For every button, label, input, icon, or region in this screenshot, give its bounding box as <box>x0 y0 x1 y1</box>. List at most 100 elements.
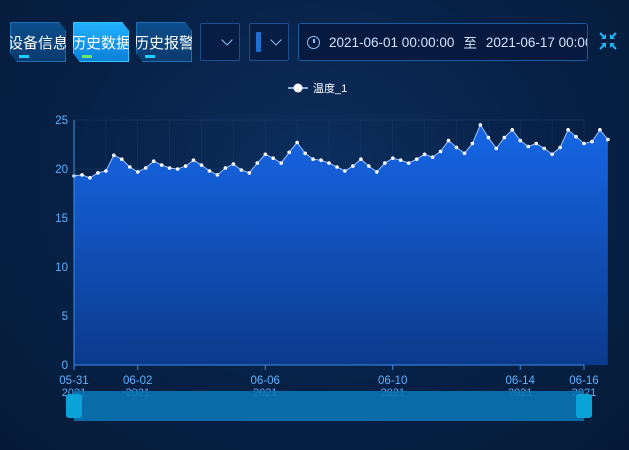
data-point <box>359 157 363 161</box>
y-tick-label: 0 <box>62 360 68 372</box>
legend-marker <box>293 83 303 93</box>
data-point <box>319 158 323 162</box>
tab-decoration <box>82 55 92 58</box>
data-point <box>470 141 475 146</box>
data-point <box>406 161 411 165</box>
sensor-select[interactable] <box>249 23 289 61</box>
data-point <box>606 137 610 142</box>
chevron-down-icon <box>221 34 233 46</box>
data-point <box>279 161 284 165</box>
data-point <box>327 161 331 165</box>
date-end[interactable]: 2021-06-17 00:00:00 <box>486 35 587 50</box>
data-point <box>239 168 244 172</box>
date-range-picker[interactable]: 2021-06-01 00:00:00 至 2021-06-17 00:00:0… <box>298 23 588 61</box>
data-point <box>454 145 459 150</box>
y-tick-label: 15 <box>55 213 68 225</box>
data-point <box>231 162 236 166</box>
tab-history-alarm[interactable]: 历史报警 <box>136 22 192 62</box>
data-point <box>343 169 347 173</box>
date-start[interactable]: 2021-06-01 00:00:00 <box>329 35 454 50</box>
data-point <box>120 157 124 161</box>
x-tick-label: 06-16 <box>569 375 598 387</box>
selected-color-swatch <box>256 32 261 52</box>
data-point <box>335 165 339 169</box>
chart-legend[interactable]: 温度_1 <box>288 81 347 95</box>
clock-icon <box>307 35 320 49</box>
data-point <box>136 170 140 174</box>
x-tick-label: 05-31 <box>59 375 88 387</box>
y-tick-label: 10 <box>55 262 68 274</box>
x-tick-label: 06-06 <box>251 375 280 387</box>
data-zoom-slider[interactable] <box>66 391 592 421</box>
data-point <box>104 169 108 173</box>
data-point <box>486 135 491 140</box>
data-point <box>367 164 371 168</box>
data-point <box>478 123 483 127</box>
data-point <box>167 166 172 170</box>
data-point <box>207 169 212 173</box>
data-point <box>303 151 307 156</box>
data-point <box>295 140 299 145</box>
data-point <box>311 157 315 161</box>
data-point <box>582 141 586 146</box>
x-tick-label: 06-10 <box>378 375 407 387</box>
x-tick-label: 06-02 <box>123 375 152 387</box>
data-point <box>96 171 100 175</box>
data-point <box>398 158 403 162</box>
data-point <box>128 165 132 169</box>
zoom-window <box>74 391 584 421</box>
tab-device-info[interactable]: 设备信息 <box>10 22 66 62</box>
data-point <box>159 163 164 167</box>
collapse-icon[interactable] <box>598 31 618 51</box>
data-point <box>80 173 84 177</box>
y-tick-label: 20 <box>55 164 68 176</box>
x-tick-label: 06-14 <box>506 375 536 387</box>
data-point <box>375 170 379 174</box>
data-point <box>263 152 268 157</box>
data-point <box>391 156 395 160</box>
data-point <box>88 176 92 180</box>
tab-label: 历史数据 <box>71 34 132 52</box>
data-point <box>247 171 252 175</box>
data-point <box>438 149 443 154</box>
zoom-handle-end[interactable] <box>576 394 592 418</box>
data-point <box>151 159 156 163</box>
data-point <box>446 138 451 143</box>
data-point <box>422 152 427 157</box>
date-separator: 至 <box>463 36 477 51</box>
data-point <box>598 128 602 132</box>
data-point <box>112 153 116 158</box>
data-point <box>430 155 435 159</box>
tab-label: 设备信息 <box>8 34 69 52</box>
y-tick-label: 5 <box>62 311 68 323</box>
data-point <box>215 173 220 177</box>
tab-history-data[interactable]: 历史数据 <box>73 22 129 62</box>
data-point <box>287 150 292 155</box>
y-tick-label: 25 <box>55 115 68 127</box>
zoom-handle-start[interactable] <box>66 394 82 418</box>
data-point <box>191 158 196 162</box>
tab-decoration <box>145 55 155 58</box>
data-point <box>223 166 228 170</box>
data-point <box>255 161 260 165</box>
top-toolbar: 设备信息 历史数据 历史报警 2021-06-01 00:00:00 至 202… <box>0 0 629 70</box>
legend-label: 温度_1 <box>313 81 347 95</box>
chevron-down-icon <box>270 34 282 46</box>
data-point <box>199 163 204 167</box>
data-point <box>414 157 419 161</box>
data-point <box>383 161 387 165</box>
data-point <box>183 164 188 168</box>
data-point <box>494 146 499 151</box>
data-point <box>534 141 538 146</box>
data-point <box>590 139 594 144</box>
data-point <box>574 134 578 139</box>
data-point <box>510 128 515 132</box>
data-point <box>351 164 355 168</box>
device-select[interactable] <box>200 23 240 61</box>
data-point <box>518 138 523 143</box>
temperature-chart[interactable]: 温度_1 051015202505-31202106-02202106-0620… <box>0 70 629 450</box>
data-point <box>566 128 570 132</box>
tab-label: 历史报警 <box>134 34 195 52</box>
data-point <box>462 151 467 156</box>
data-point <box>143 166 148 170</box>
